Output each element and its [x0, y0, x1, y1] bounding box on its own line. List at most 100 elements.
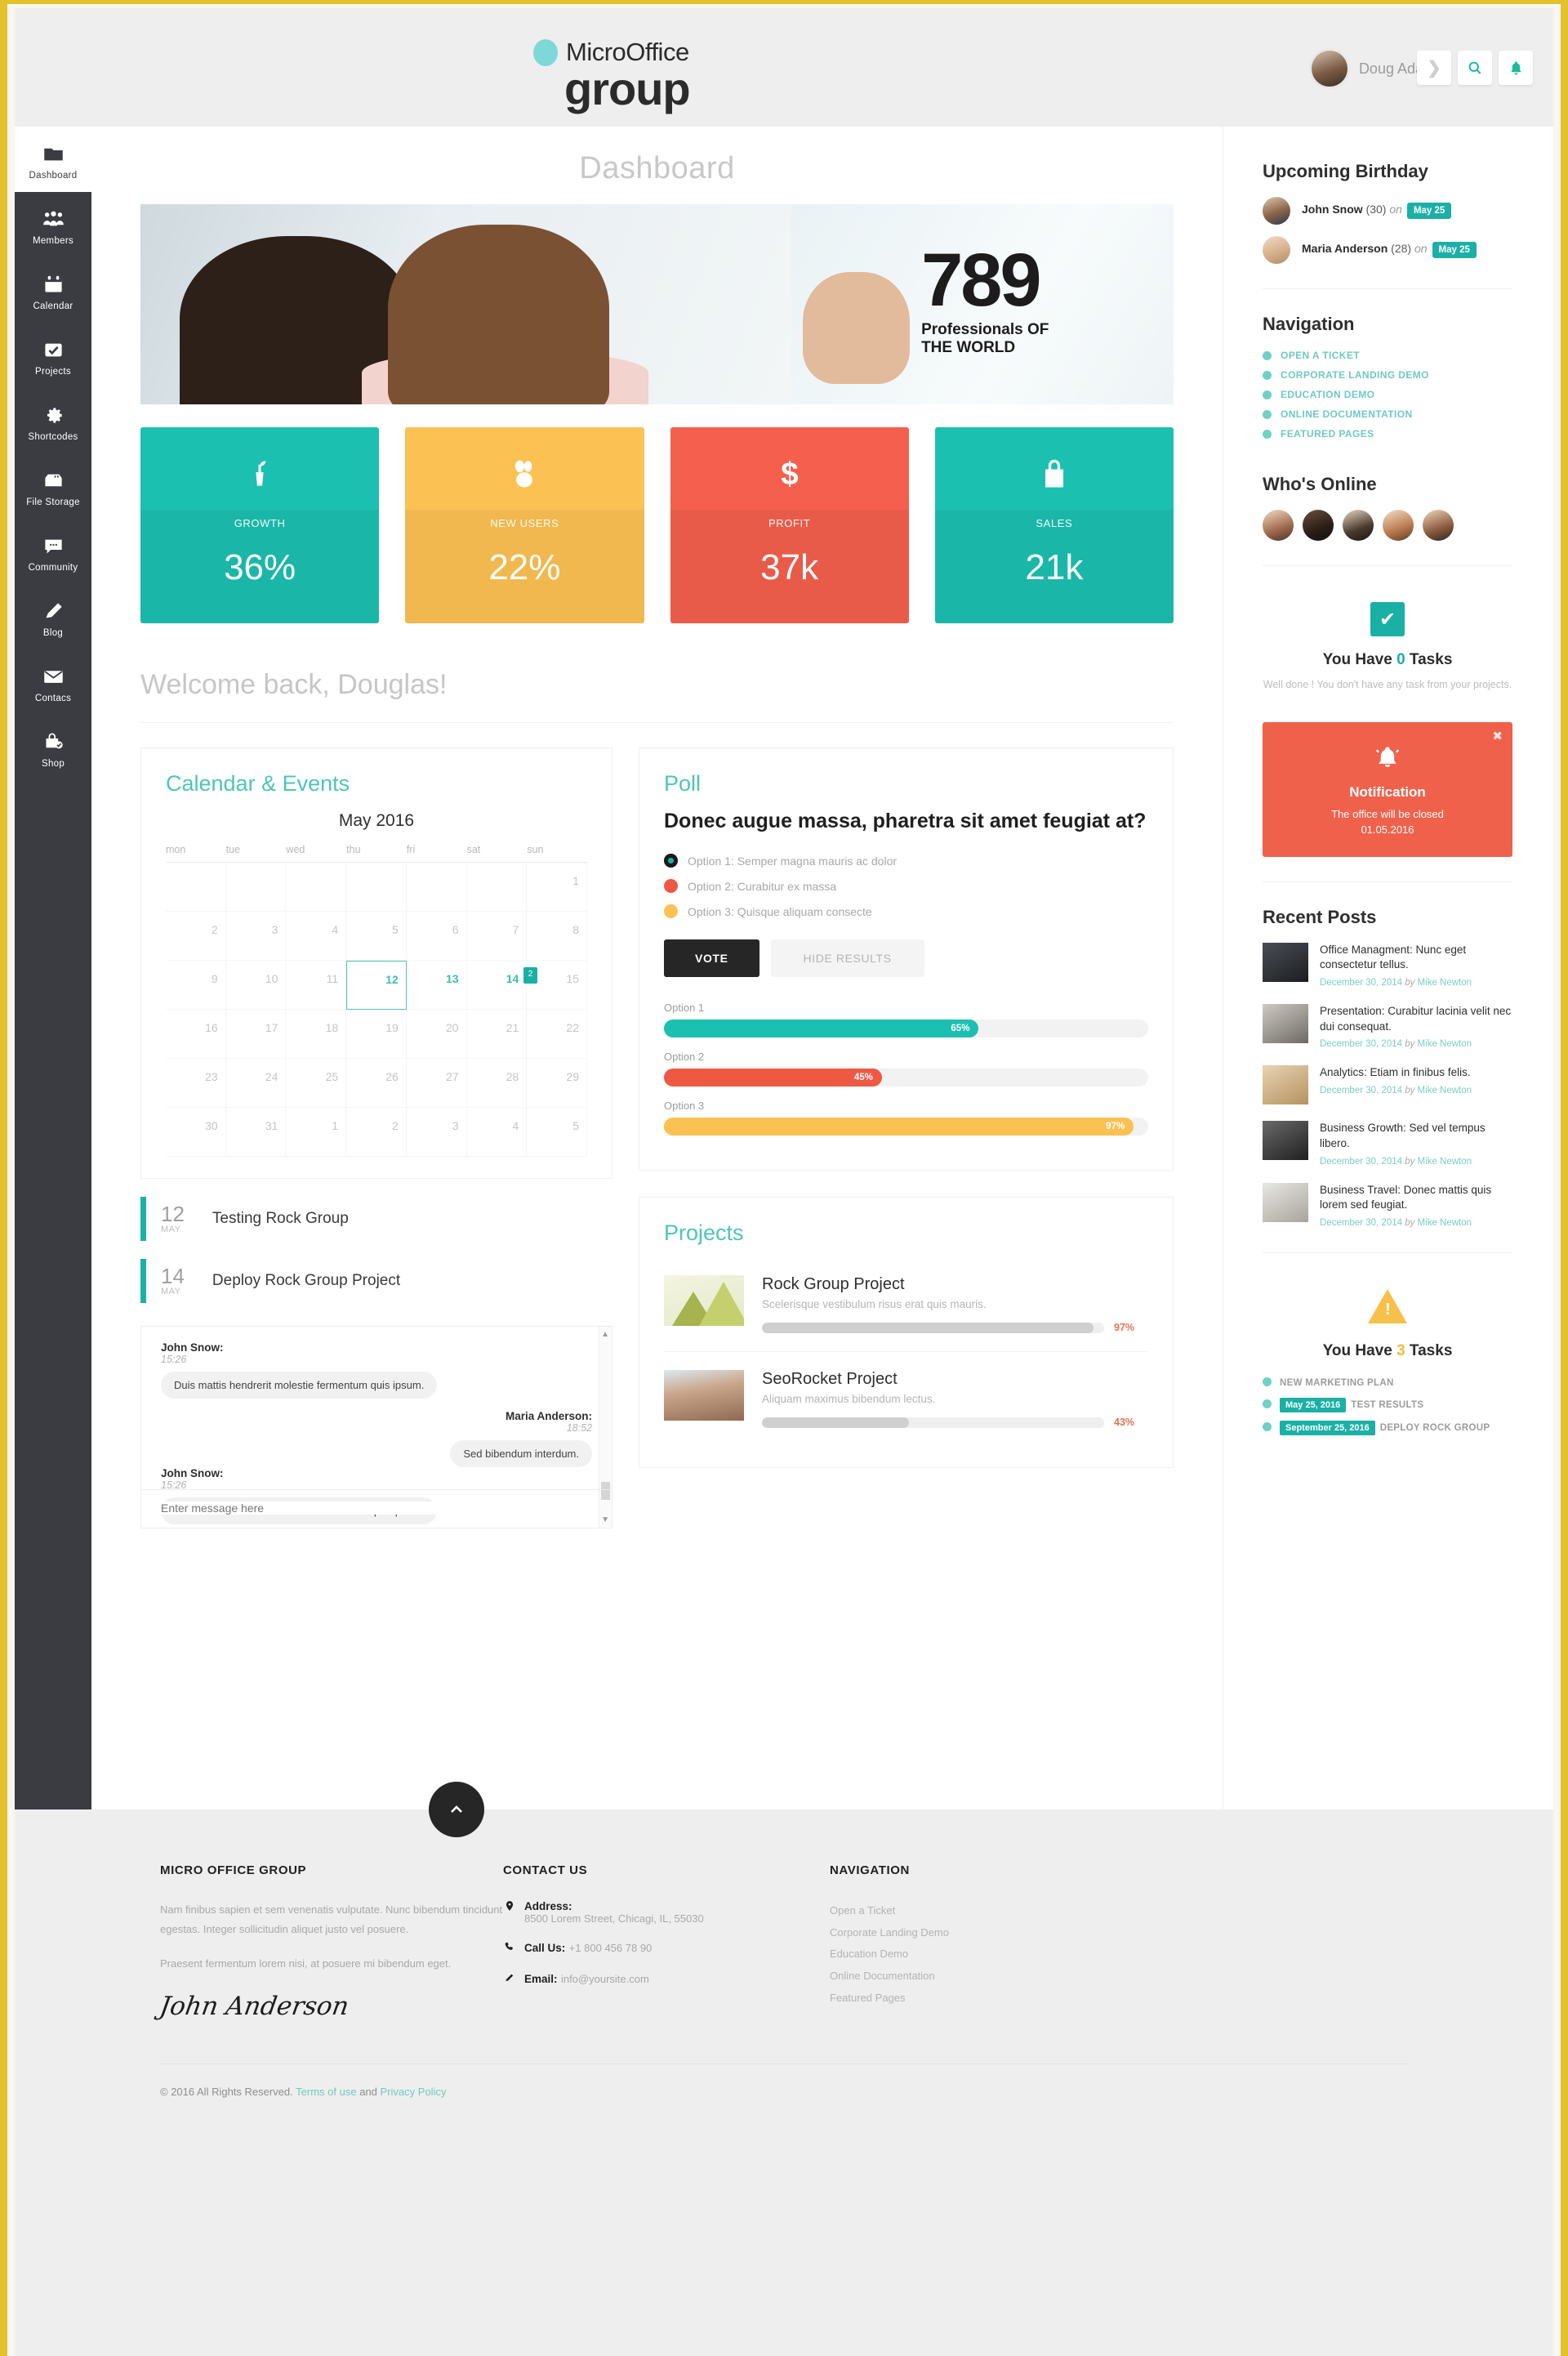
poll-option[interactable]: Option 3: Quisque aliquam consecte [664, 904, 1148, 918]
calendar-day[interactable]: 24 [225, 1059, 287, 1108]
calendar-day[interactable]: 26 [346, 1059, 407, 1108]
calendar-day[interactable] [225, 863, 287, 912]
calendar-day[interactable]: 16 [166, 1010, 226, 1059]
navigation-list[interactable]: OPEN A TICKET CORPORATE LANDING DEMO EDUCA… [1263, 350, 1512, 440]
chat-input[interactable] [161, 1502, 592, 1515]
task-item[interactable]: May 25, 2016 TEST RESULTS [1263, 1397, 1512, 1412]
sidebar-item-contacs[interactable]: Contacs [15, 649, 91, 715]
sidebar-item-community[interactable]: Community [15, 519, 91, 584]
calendar-day[interactable]: 18 [286, 1010, 347, 1059]
avatar[interactable] [1343, 510, 1374, 541]
avatar[interactable] [1423, 510, 1454, 541]
calendar-day[interactable]: 5 [346, 912, 407, 961]
calendar-day[interactable]: 17 [225, 1010, 287, 1059]
calendar-grid[interactable]: 1 2 3 4 5 6 7 8 9 10 11 12 13 14 2 15 16 17 18 19 20 21 22 23 24… [166, 863, 587, 1157]
calendar-day[interactable]: 20 [406, 1010, 467, 1059]
birthday-item[interactable]: Maria Anderson (28) on May 25 [1263, 236, 1512, 264]
calendar-day[interactable]: 1 [286, 1108, 347, 1157]
calendar-day[interactable]: 11 [286, 961, 347, 1010]
radio-button[interactable] [664, 879, 678, 893]
hide-results-button[interactable]: HIDE RESULTS [770, 939, 924, 977]
radio-button[interactable] [664, 854, 678, 868]
avatar[interactable] [1303, 510, 1334, 541]
footer-nav-link[interactable]: Featured Pages [830, 1988, 1408, 2010]
sidebar-item-shop[interactable]: Shop [15, 715, 91, 780]
sidebar-item-file-storage[interactable]: File Storage [15, 453, 91, 519]
sidebar-item-blog[interactable]: Blog [15, 584, 91, 649]
birthday-item[interactable]: John Snow (30) on May 25 [1263, 197, 1512, 225]
nav-link[interactable]: OPEN A TICKET [1263, 350, 1512, 361]
nav-link[interactable]: ONLINE DOCUMENTATION [1263, 408, 1512, 420]
stat-card-profit[interactable]: $ PROFIT 37k [670, 427, 909, 623]
poll-option[interactable]: Option 1: Semper magna mauris ac dolor [664, 854, 1148, 868]
sidebar-item-projects[interactable]: Projects [15, 323, 91, 388]
footer-nav-link[interactable]: Corporate Landing Demo [830, 1922, 1408, 1944]
post-item[interactable]: Analytics: Etiam in finibus felis. Decem… [1263, 1065, 1512, 1105]
stat-card-new-users[interactable]: NEW USERS 22% [405, 427, 644, 623]
calendar-day[interactable]: 9 [166, 961, 226, 1010]
calendar-day[interactable]: 27 [406, 1059, 467, 1108]
post-item[interactable]: Office Managment: Nunc eget consectetur … [1263, 942, 1512, 988]
calendar-day[interactable] [466, 863, 528, 912]
calendar-day[interactable] [406, 863, 467, 912]
chat-input-row[interactable] [141, 1489, 612, 1528]
bell-icon[interactable] [1499, 51, 1533, 85]
calendar-day[interactable]: 25 [286, 1059, 347, 1108]
scroll-up-icon[interactable]: ▲ [601, 1330, 609, 1339]
calendar-day[interactable]: 1 [527, 863, 587, 912]
calendar-day[interactable]: 30 [166, 1108, 226, 1157]
brand-logo[interactable]: MicroOffice group [533, 38, 691, 112]
calendar-day[interactable]: 22 [527, 1010, 587, 1059]
calendar-day[interactable] [166, 863, 226, 912]
calendar-day[interactable] [346, 863, 407, 912]
calendar-day[interactable]: 31 [225, 1108, 287, 1157]
calendar-day[interactable]: 2 [166, 912, 226, 961]
sidebar-item-members[interactable]: Members [15, 192, 91, 257]
task-item[interactable]: NEW MARKETING PLAN [1263, 1375, 1512, 1390]
calendar-day[interactable]: 4 [286, 912, 347, 961]
calendar-day[interactable]: 23 [166, 1059, 226, 1108]
calendar-day[interactable]: 8 [527, 912, 587, 961]
post-item[interactable]: Business Travel: Donec mattis quis lorem… [1263, 1182, 1512, 1228]
calendar-day[interactable]: 6 [406, 912, 467, 961]
avatar[interactable] [1263, 510, 1294, 541]
calendar-day[interactable]: 2 [346, 1108, 407, 1157]
footer-nav-link[interactable]: Education Demo [830, 1943, 1408, 1966]
close-icon[interactable]: ✖ [1492, 729, 1503, 743]
post-item[interactable]: Presentation: Curabitur lacinia velit ne… [1263, 1004, 1512, 1049]
scroll-to-top-button[interactable] [428, 1782, 484, 1837]
sidebar-item-calendar[interactable]: Calendar [15, 257, 91, 323]
nav-link[interactable]: FEATURED PAGES [1263, 428, 1512, 440]
avatar[interactable] [1383, 510, 1414, 541]
event-item[interactable]: 14 MAY Deploy Rock Group Project [140, 1259, 612, 1303]
search-icon[interactable] [1458, 51, 1492, 85]
project-item[interactable]: Rock Group Project Scelerisque vestibulu… [664, 1257, 1148, 1352]
nav-link[interactable]: CORPORATE LANDING DEMO [1263, 369, 1512, 381]
nav-link[interactable]: EDUCATION DEMO [1263, 389, 1512, 400]
terms-link[interactable]: Terms of use [296, 2086, 356, 2098]
footer-nav-link[interactable]: Open a Ticket [830, 1900, 1408, 1922]
sidebar-item-shortcodes[interactable]: Shortcodes [15, 388, 91, 453]
project-item[interactable]: SeoRocket Project Aliquam maximus bibend… [664, 1352, 1148, 1446]
calendar-day[interactable]: 13 [406, 961, 467, 1010]
chevron-right-icon[interactable]: ❯ [1417, 51, 1451, 85]
vote-button[interactable]: VOTE [664, 939, 760, 977]
calendar-day[interactable]: 10 [225, 961, 287, 1010]
calendar-day[interactable]: 3 [406, 1108, 467, 1157]
stat-card-sales[interactable]: SALES 21k [934, 427, 1174, 623]
poll-option[interactable]: Option 2: Curabitur ex massa [664, 879, 1148, 893]
calendar-day[interactable]: 29 [527, 1059, 587, 1108]
radio-button[interactable] [664, 904, 678, 918]
sidebar-item-dashboard[interactable]: Dashboard [15, 127, 91, 192]
stat-card-growth[interactable]: GROWTH 36% [140, 427, 380, 623]
post-item[interactable]: Business Growth: Sed vel tempus libero. … [1263, 1121, 1512, 1167]
calendar-day[interactable]: 12 [346, 961, 407, 1010]
footer-nav-link[interactable]: Online Documentation [830, 1966, 1408, 1988]
calendar-day[interactable]: 21 [466, 1010, 528, 1059]
poll-options[interactable]: Option 1: Semper magna mauris ac dolor O… [664, 854, 1148, 918]
calendar-day[interactable] [286, 863, 347, 912]
calendar-day[interactable]: 3 [225, 912, 287, 961]
footer-navigation-list[interactable]: Open a Ticket Corporate Landing Demo Educa… [830, 1900, 1408, 2009]
privacy-link[interactable]: Privacy Policy [381, 2086, 447, 2098]
calendar-day[interactable]: 28 [466, 1059, 528, 1108]
